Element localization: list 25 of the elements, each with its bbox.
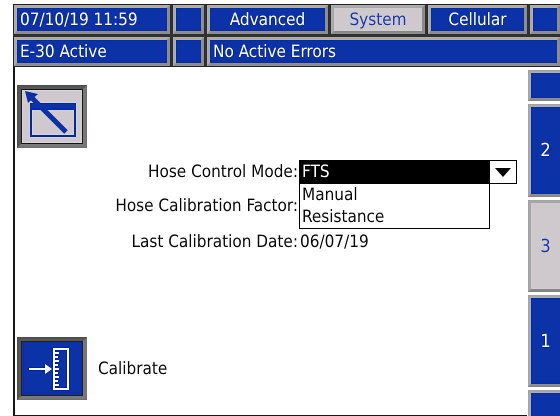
- menu-tab[interactable]: Advanced: [207, 5, 328, 34]
- calibrate-label: Calibrate: [98, 358, 168, 378]
- screen-tab[interactable]: 1: [528, 295, 560, 387]
- hose-settings-button[interactable]: [17, 85, 87, 148]
- option-item[interactable]: Manual: [300, 184, 489, 206]
- field-label: Hose Calibration Factor:: [115, 196, 299, 216]
- blank-key: [530, 5, 560, 34]
- blank-key: [173, 5, 204, 34]
- scroll-key[interactable]: [528, 390, 560, 416]
- error-message: No Active Errors: [207, 37, 560, 66]
- screen-tab[interactable]: 2: [528, 104, 560, 197]
- field-label: Hose Control Mode:: [148, 162, 299, 182]
- option-item[interactable]: Resistance: [300, 206, 489, 228]
- scroll-key[interactable]: [528, 70, 560, 101]
- field-label: Last Calibration Date:: [132, 232, 299, 252]
- screen-tab[interactable]: 3: [528, 200, 560, 292]
- menu-tab[interactable]: Cellular: [428, 5, 527, 34]
- dropdown-caret-icon: [495, 168, 511, 176]
- date-time: 07/10/19 11:59: [14, 5, 170, 34]
- status-text: E-30 Active: [14, 37, 170, 66]
- blank-key: [173, 37, 204, 66]
- field-value: 06/07/19: [299, 232, 370, 252]
- menu-tab[interactable]: System: [331, 5, 425, 34]
- calibrate-button[interactable]: [17, 337, 87, 400]
- mode-dropdown[interactable]: FTS: [299, 160, 517, 184]
